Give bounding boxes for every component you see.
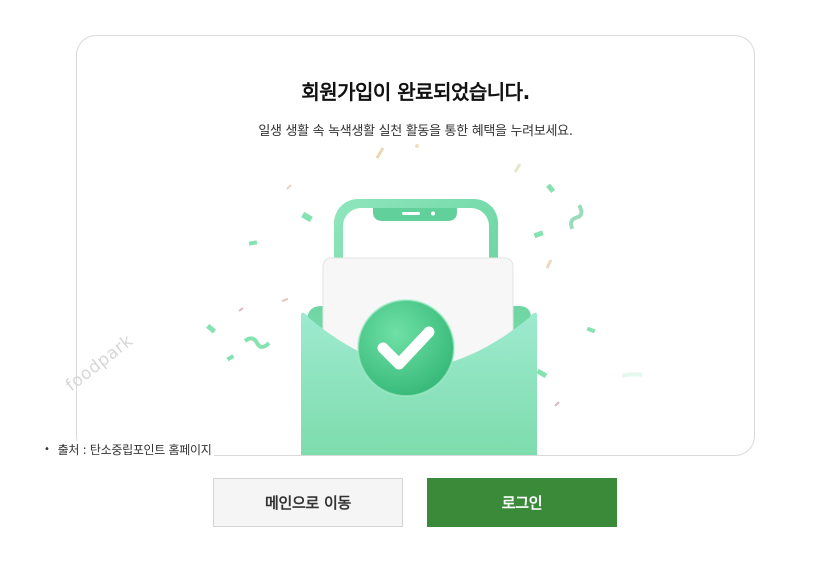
source-note-text: 출처 : 탄소중립포인트 홈페이지 bbox=[57, 443, 212, 457]
checkmark-badge bbox=[357, 299, 455, 397]
signup-complete-card: 회원가입이 완료되었습니다. 일생 생활 속 녹색생활 실천 활동을 통한 혜택… bbox=[76, 35, 755, 456]
login-button[interactable]: 로그인 bbox=[427, 478, 617, 527]
bullet-icon: • bbox=[44, 444, 50, 455]
source-note: • 출처 : 탄소중립포인트 홈페이지 bbox=[44, 441, 214, 458]
envelope-phone-checkmark-icon bbox=[206, 144, 643, 455]
go-to-main-button[interactable]: 메인으로 이동 bbox=[213, 478, 403, 527]
